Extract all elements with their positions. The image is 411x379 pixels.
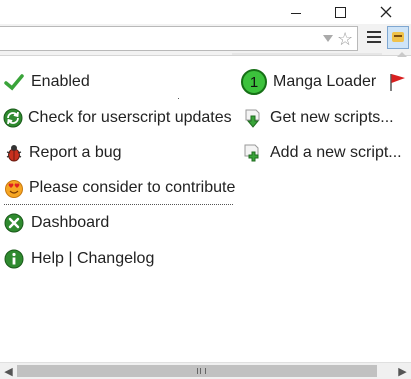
menu-item-dashboard[interactable]: Dashboard [4, 209, 109, 237]
flag-icon[interactable] [388, 72, 408, 97]
script-run-count-badge: 1 [241, 69, 267, 95]
download-icon [243, 108, 263, 128]
menu-item-label: Get new scripts... [270, 109, 394, 126]
bookmark-star-icon[interactable]: ☆ [337, 28, 353, 50]
minimize-button[interactable] [273, 0, 318, 24]
menu-item-enabled[interactable]: Enabled [4, 68, 90, 96]
add-script-icon [243, 143, 263, 163]
tampermonkey-icon [392, 32, 404, 42]
scroll-right-arrow-icon[interactable]: ▶ [394, 363, 411, 379]
menu-item-label: Add a new script... [270, 144, 402, 161]
script-item-manga-loader[interactable]: 1 Manga Loader [241, 68, 376, 96]
bug-icon [4, 143, 24, 163]
dropdown-arrow-icon[interactable] [323, 35, 333, 42]
menu-item-report-bug[interactable]: Report a bug [4, 139, 122, 167]
window-title-bar [0, 0, 411, 24]
horizontal-scrollbar[interactable]: ◀ ▶ [0, 362, 411, 379]
menu-item-label: Manga Loader [273, 73, 377, 90]
menu-item-label: Dashboard [31, 214, 110, 231]
smiley-heart-icon [4, 178, 24, 198]
menu-item-label: Help | Changelog [31, 250, 155, 267]
scrollbar-grip-icon [197, 368, 206, 374]
menu-divider [4, 204, 233, 205]
popup-top-edge [232, 53, 382, 55]
browser-toolbar: ☆ [0, 24, 411, 56]
menu-item-check-updates[interactable]: Check for userscript updates [3, 104, 232, 132]
tampermonkey-extension-button[interactable] [387, 26, 409, 49]
popup-pointer [397, 52, 407, 57]
close-button[interactable] [363, 0, 408, 24]
menu-item-get-new-scripts[interactable]: Get new scripts... [243, 104, 394, 132]
stray-dot [178, 98, 179, 99]
dashboard-icon [4, 213, 24, 233]
menu-item-label: Enabled [31, 73, 90, 90]
minimize-icon [290, 12, 301, 14]
menu-item-help-changelog[interactable]: Help | Changelog [4, 245, 154, 273]
menu-item-label: Please consider to contribute [29, 179, 236, 196]
maximize-button[interactable] [318, 0, 363, 24]
close-icon [380, 6, 391, 18]
scroll-left-arrow-icon[interactable]: ◀ [0, 363, 17, 379]
menu-item-contribute[interactable]: Please consider to contribute [4, 174, 235, 202]
maximize-icon [335, 6, 346, 18]
browser-menu-button[interactable] [367, 31, 381, 43]
refresh-icon [3, 108, 23, 128]
menu-item-add-new-script[interactable]: Add a new script... [243, 139, 402, 167]
checkmark-icon [4, 72, 24, 92]
address-bar[interactable]: ☆ [0, 26, 358, 51]
menu-item-label: Report a bug [29, 144, 122, 161]
info-icon [4, 249, 24, 269]
menu-item-label: Check for userscript updates [28, 109, 232, 126]
